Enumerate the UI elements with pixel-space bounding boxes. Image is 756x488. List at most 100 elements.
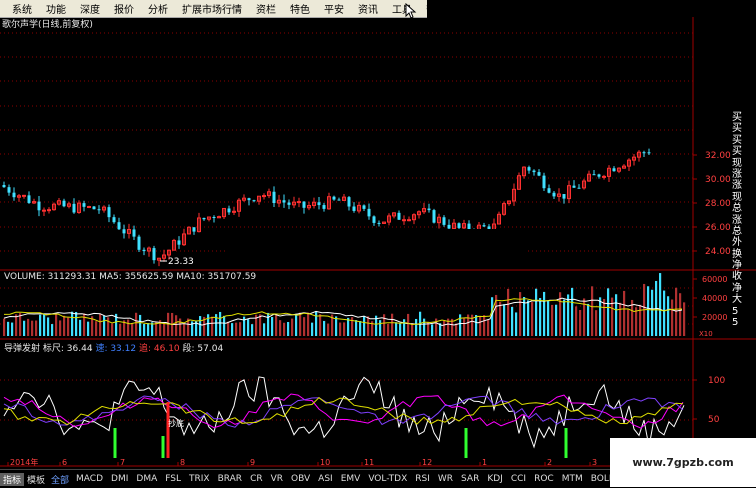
candlestick <box>352 202 356 213</box>
signal-bars <box>113 402 568 458</box>
volume-bar <box>179 318 182 336</box>
volume-bar <box>599 297 602 336</box>
tab-indicator[interactable]: 指标 <box>0 472 25 486</box>
volume-bar <box>127 319 130 336</box>
indicator-tab-dmi[interactable]: DMI <box>107 474 132 484</box>
candlestick <box>172 238 176 251</box>
volume-bar <box>223 315 226 336</box>
volume-bar <box>211 316 214 336</box>
indicator-tab-sar[interactable]: SAR <box>457 474 483 484</box>
tab-template[interactable]: 模板 <box>24 473 48 486</box>
candlestick <box>267 188 271 199</box>
indicator-tab-roc[interactable]: ROC <box>530 474 558 484</box>
indicator-tab-dma[interactable]: DMA <box>132 474 161 484</box>
candlestick <box>72 198 76 214</box>
candlestick <box>612 166 616 172</box>
side-panel-label: 涨 <box>732 180 742 192</box>
candlestick <box>222 207 226 220</box>
volume-bar <box>487 319 490 336</box>
candlestick <box>247 197 251 206</box>
indicator-tab-vr[interactable]: VR <box>267 474 287 484</box>
candlestick <box>297 197 301 208</box>
volume-bar <box>527 300 530 336</box>
candlestick <box>192 227 196 235</box>
candlestick <box>362 204 366 211</box>
side-panel-label: 换 <box>732 248 742 260</box>
candlestick <box>32 198 36 205</box>
side-panel-label: 5 <box>732 305 739 317</box>
volume-bar <box>383 314 386 336</box>
indicator-tab-kdj[interactable]: KDJ <box>483 474 507 484</box>
volume-bar <box>315 311 318 336</box>
volume-bar <box>107 317 110 336</box>
volume-bar <box>307 312 310 336</box>
candlestick <box>207 216 211 222</box>
date-label: 2 <box>547 458 552 467</box>
indicator-scale: 标尺: 36.44 <box>42 344 93 354</box>
indicator-tab-mtm[interactable]: MTM <box>558 474 587 484</box>
indicator-tab-asi[interactable]: ASI <box>314 474 337 484</box>
indicator-tab-trix[interactable]: TRIX <box>185 474 214 484</box>
volume-bar <box>219 311 222 336</box>
candlestick <box>572 180 576 188</box>
candlestick <box>162 249 166 262</box>
indicator-tab-cci[interactable]: CCI <box>507 474 530 484</box>
volume-legend: VOLUME: 311293.31 MA5: 355625.59 MA10: 3… <box>4 272 256 282</box>
candlestick <box>372 215 376 226</box>
volume-bar <box>71 311 74 336</box>
candlestick <box>307 201 311 211</box>
candlestick <box>552 190 556 199</box>
volume-bar <box>15 314 18 336</box>
volume-bar <box>311 322 314 336</box>
candlestick <box>202 217 206 221</box>
indicator-name: 导弹发射 <box>4 344 41 354</box>
volume-bar <box>363 316 366 336</box>
indicator-tab-wr[interactable]: WR <box>434 474 457 484</box>
candlestick <box>592 169 596 176</box>
candlestick <box>317 196 321 210</box>
indicator-tab-emv[interactable]: EMV <box>337 474 365 484</box>
volume-bar <box>239 322 242 336</box>
indicator-tab-brar[interactable]: BRAR <box>214 474 246 484</box>
candlestick <box>302 201 306 214</box>
candlestick <box>582 178 586 190</box>
volume-bar <box>235 322 238 336</box>
side-panel-label: 买 <box>732 146 742 158</box>
candlestick <box>257 195 261 205</box>
candlestick <box>387 213 391 226</box>
volume-bar <box>327 323 330 336</box>
candlestick <box>277 194 281 208</box>
volume-bar <box>659 273 662 336</box>
indicator-tab-obv[interactable]: OBV <box>287 474 314 484</box>
indicator-tab-cr[interactable]: CR <box>246 474 267 484</box>
volume-bar <box>35 320 38 336</box>
volume-bar <box>359 320 362 336</box>
signal-bar <box>166 402 170 458</box>
volume-tick-label: 40000 <box>702 294 727 303</box>
candlestick <box>12 187 16 201</box>
volume-bar <box>343 322 346 336</box>
indicator-axis: 100 50 <box>693 376 725 425</box>
candlestick <box>607 165 611 183</box>
side-panel-label: 涨 <box>732 168 742 180</box>
overlay-block <box>226 229 528 259</box>
volume-bar <box>431 324 434 336</box>
candlestick <box>142 247 146 256</box>
candlestick <box>537 169 541 177</box>
candlestick <box>217 215 221 219</box>
indicator-tab-rsi[interactable]: RSI <box>411 474 434 484</box>
candlestick <box>117 217 121 231</box>
candlestick <box>422 202 426 215</box>
side-panel-label: 收 <box>732 271 742 283</box>
indicator-tab-vol-tdx[interactable]: VOL-TDX <box>364 474 411 484</box>
indicator-tab-fsl[interactable]: FSL <box>161 474 185 484</box>
date-label: 12 <box>422 458 432 467</box>
volume-bar <box>335 316 338 336</box>
tab-all[interactable]: 全部 <box>48 473 72 486</box>
volume-bar <box>623 290 626 336</box>
kline-chart[interactable]: 32.00 30.00 28.00 26.00 24.00 23.33 60000 400… <box>0 0 756 487</box>
volume-bar <box>367 316 370 336</box>
volume-bar <box>407 313 410 336</box>
indicator-tab-macd[interactable]: MACD <box>72 474 107 484</box>
candlestick <box>402 215 406 225</box>
